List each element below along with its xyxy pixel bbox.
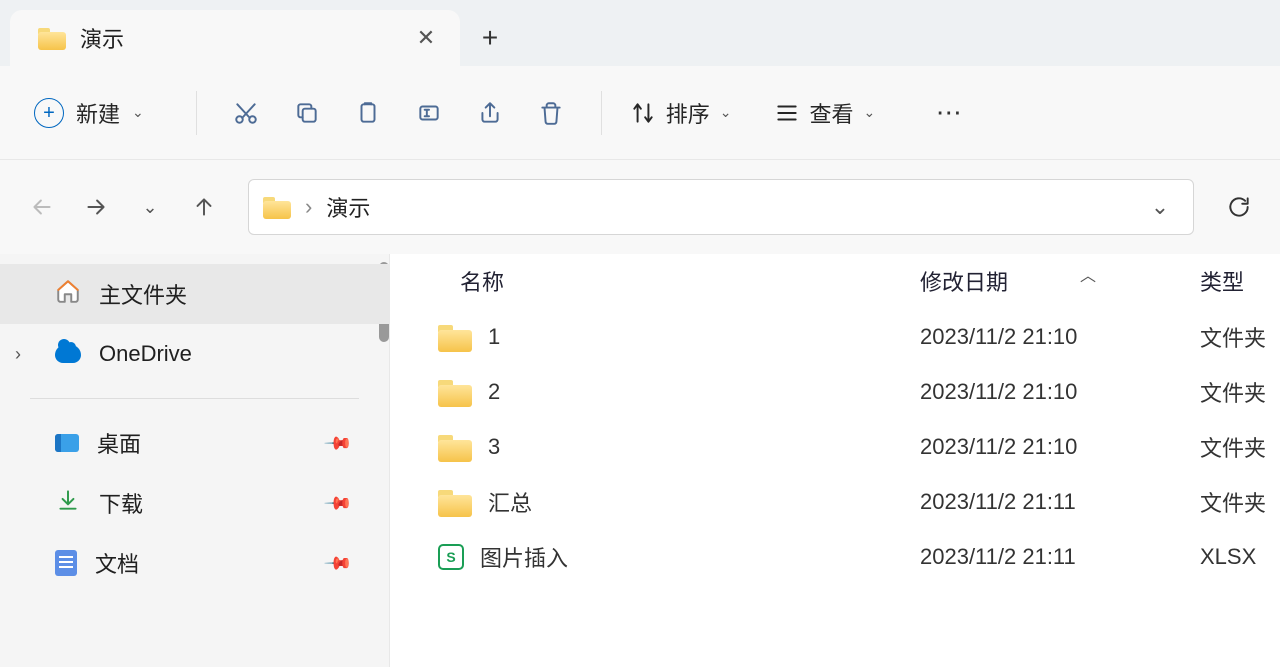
copy-button[interactable] [280, 90, 335, 136]
file-name: 图片插入 [480, 541, 568, 573]
pin-icon: 📌 [322, 548, 353, 579]
recent-locations-button[interactable]: ⌄ [126, 183, 174, 231]
more-button[interactable]: ⋯ [921, 90, 976, 136]
sidebar: 主文件夹 › OneDrive 桌面 📌 下载 📌 文档 📌 [0, 254, 390, 667]
breadcrumb-separator: › [305, 194, 312, 220]
sidebar-label: 文档 [95, 547, 139, 579]
sidebar-label: 主文件夹 [99, 278, 187, 310]
sidebar-label: OneDrive [99, 341, 192, 367]
file-list-panel: ︿ 名称 修改日期 类型 12023/11/2 21:10文件夹22023/11… [390, 254, 1280, 667]
sidebar-item-onedrive[interactable]: › OneDrive [0, 324, 389, 384]
chevron-down-icon: ⌄ [132, 104, 144, 121]
new-button[interactable]: + 新建 ⌄ [34, 90, 144, 136]
divider [601, 91, 602, 135]
file-name: 1 [488, 324, 500, 350]
file-modified: 2023/11/2 21:10 [920, 324, 1190, 350]
file-type: 文件夹 [1190, 321, 1266, 353]
address-bar[interactable]: › 演示 ⌄ [248, 179, 1194, 235]
file-row[interactable]: 汇总 2023/11/2 21:11文件夹 [390, 474, 1280, 529]
file-type: 文件夹 [1190, 486, 1266, 518]
file-row[interactable]: 3 2023/11/2 21:10文件夹 [390, 419, 1280, 474]
back-button[interactable] [18, 183, 66, 231]
active-tab[interactable]: 演示 ✕ [10, 10, 460, 66]
file-name: 汇总 [488, 486, 532, 518]
sort-button[interactable]: 排序 ⌄ [624, 90, 738, 136]
view-button[interactable]: 查看 ⌄ [768, 90, 882, 136]
file-type: XLSX [1190, 544, 1256, 570]
folder-icon [38, 26, 66, 50]
file-modified: 2023/11/2 21:11 [920, 489, 1190, 515]
file-row[interactable]: S 图片插入 2023/11/2 21:11XLSX [390, 529, 1280, 584]
sidebar-item-documents[interactable]: 文档 📌 [0, 533, 389, 593]
file-type: 文件夹 [1190, 431, 1266, 463]
column-header-type[interactable]: 类型 [1190, 265, 1244, 297]
file-type: 文件夹 [1190, 376, 1266, 408]
divider [30, 398, 359, 399]
file-row[interactable]: 1 2023/11/2 21:10文件夹 [390, 309, 1280, 364]
tab-strip: 演示 ✕ + [0, 0, 1280, 66]
file-modified: 2023/11/2 21:10 [920, 379, 1190, 405]
file-modified: 2023/11/2 21:10 [920, 434, 1190, 460]
file-modified: 2023/11/2 21:11 [920, 544, 1190, 570]
forward-button[interactable] [72, 183, 120, 231]
cloud-icon [55, 345, 81, 363]
home-icon [55, 278, 81, 310]
rename-button[interactable] [402, 90, 457, 136]
up-button[interactable] [180, 183, 228, 231]
divider [196, 91, 197, 135]
column-header-name[interactable]: 名称 [390, 265, 920, 297]
delete-button[interactable] [524, 90, 579, 136]
folder-icon [438, 378, 472, 406]
column-header-row: 名称 修改日期 类型 [390, 254, 1280, 309]
sidebar-label: 桌面 [97, 427, 141, 459]
chevron-down-icon: ⌄ [720, 104, 732, 121]
paste-button[interactable] [341, 90, 396, 136]
folder-icon [438, 488, 472, 516]
sidebar-item-desktop[interactable]: 桌面 📌 [0, 413, 389, 473]
close-tab-button[interactable]: ✕ [412, 24, 440, 52]
view-icon [774, 100, 800, 126]
column-collapse-icon[interactable]: ︿ [1080, 262, 1096, 286]
new-tab-button[interactable]: + [460, 10, 520, 66]
sidebar-item-downloads[interactable]: 下载 📌 [0, 473, 389, 533]
file-name: 2 [488, 379, 500, 405]
cut-button[interactable] [219, 90, 274, 136]
tab-title: 演示 [80, 22, 124, 54]
address-dropdown-button[interactable]: ⌄ [1141, 194, 1179, 220]
plus-icon: + [34, 98, 64, 128]
folder-icon [438, 323, 472, 351]
sort-icon [630, 100, 656, 126]
content-area: 主文件夹 › OneDrive 桌面 📌 下载 📌 文档 📌 ︿ [0, 254, 1280, 667]
download-icon [55, 487, 81, 519]
file-row[interactable]: 2 2023/11/2 21:10文件夹 [390, 364, 1280, 419]
nav-row: ⌄ › 演示 ⌄ [0, 160, 1280, 254]
breadcrumb-current: 演示 [326, 191, 370, 223]
view-label: 查看 [810, 97, 854, 129]
share-button[interactable] [463, 90, 518, 136]
pin-icon: 📌 [322, 488, 353, 519]
column-header-modified[interactable]: 修改日期 [920, 265, 1190, 297]
folder-icon [263, 195, 291, 219]
pin-icon: 📌 [322, 428, 353, 459]
toolbar: + 新建 ⌄ 排序 ⌄ 查看 ⌄ ⋯ [0, 66, 1280, 160]
file-name: 3 [488, 434, 500, 460]
folder-icon [438, 433, 472, 461]
sidebar-item-home[interactable]: 主文件夹 [0, 264, 389, 324]
new-label: 新建 [76, 97, 120, 129]
chevron-down-icon: ⌄ [864, 104, 876, 121]
sidebar-label: 下载 [99, 487, 143, 519]
desktop-icon [55, 434, 79, 452]
refresh-button[interactable] [1216, 184, 1262, 230]
sort-label: 排序 [666, 97, 710, 129]
spreadsheet-icon: S [438, 544, 464, 570]
document-icon [55, 550, 77, 576]
expand-icon[interactable]: › [15, 344, 21, 365]
